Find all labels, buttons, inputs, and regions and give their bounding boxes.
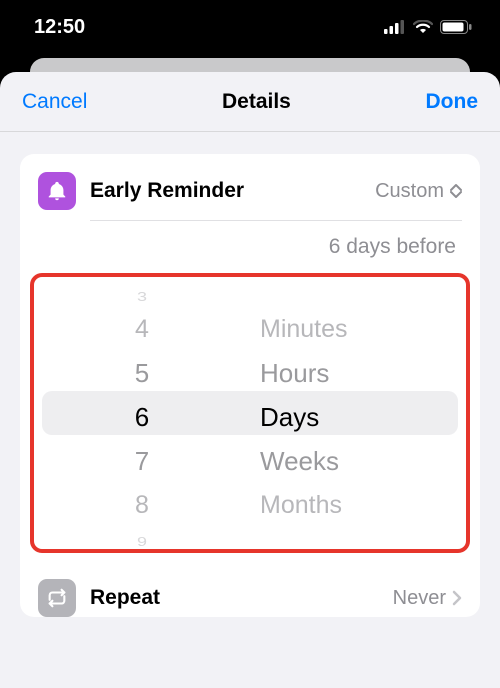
battery-icon: [440, 20, 472, 34]
cancel-button[interactable]: Cancel: [22, 90, 87, 114]
picker-number-item[interactable]: 5: [34, 351, 250, 395]
picker-unit-selected[interactable]: Days: [250, 395, 466, 439]
chevron-right-icon: [452, 590, 462, 606]
cellular-icon: [384, 20, 406, 34]
picker-number-item[interactable]: 8: [34, 483, 250, 527]
bell-icon: [38, 172, 76, 210]
picker-unit-item[interactable]: Hours: [250, 351, 466, 395]
picker-number-item[interactable]: 4: [34, 307, 250, 351]
early-reminder-mode[interactable]: Custom: [375, 180, 462, 203]
picker-number-column[interactable]: 3 4 5 6 7 8 9: [34, 277, 250, 549]
page-title: Details: [222, 90, 291, 114]
picker-unit-item[interactable]: Weeks: [250, 439, 466, 483]
status-time: 12:50: [34, 16, 85, 39]
repeat-row[interactable]: Repeat Never: [20, 567, 480, 617]
picker-unit-item[interactable]: Minutes: [250, 307, 466, 351]
custom-picker[interactable]: 3 4 5 6 7 8 9 Minutes Hours Days W: [30, 273, 470, 553]
repeat-icon: [38, 579, 76, 617]
picker-number-item[interactable]: 9: [34, 527, 250, 549]
picker-number-item[interactable]: 7: [34, 439, 250, 483]
nav-bar: Cancel Details Done: [0, 72, 500, 132]
early-reminder-row[interactable]: Early Reminder Custom: [20, 154, 480, 220]
repeat-value: Never: [393, 587, 462, 610]
picker-number-selected[interactable]: 6: [34, 395, 250, 439]
status-bar: 12:50: [0, 0, 500, 54]
updown-chevron-icon: [450, 183, 462, 199]
wifi-icon: [413, 20, 433, 34]
early-reminder-label: Early Reminder: [90, 179, 375, 203]
early-reminder-summary: 6 days before: [20, 221, 480, 273]
picker-unit-item[interactable]: Months: [250, 483, 466, 527]
early-reminder-card: Early Reminder Custom 6 days before: [20, 154, 480, 617]
repeat-label: Repeat: [90, 586, 393, 610]
done-button[interactable]: Done: [426, 90, 479, 114]
details-sheet: Cancel Details Done Early Reminder Custo…: [0, 72, 500, 688]
picker-unit-column[interactable]: Minutes Hours Days Weeks Months: [250, 277, 466, 549]
status-icons: [384, 20, 472, 34]
